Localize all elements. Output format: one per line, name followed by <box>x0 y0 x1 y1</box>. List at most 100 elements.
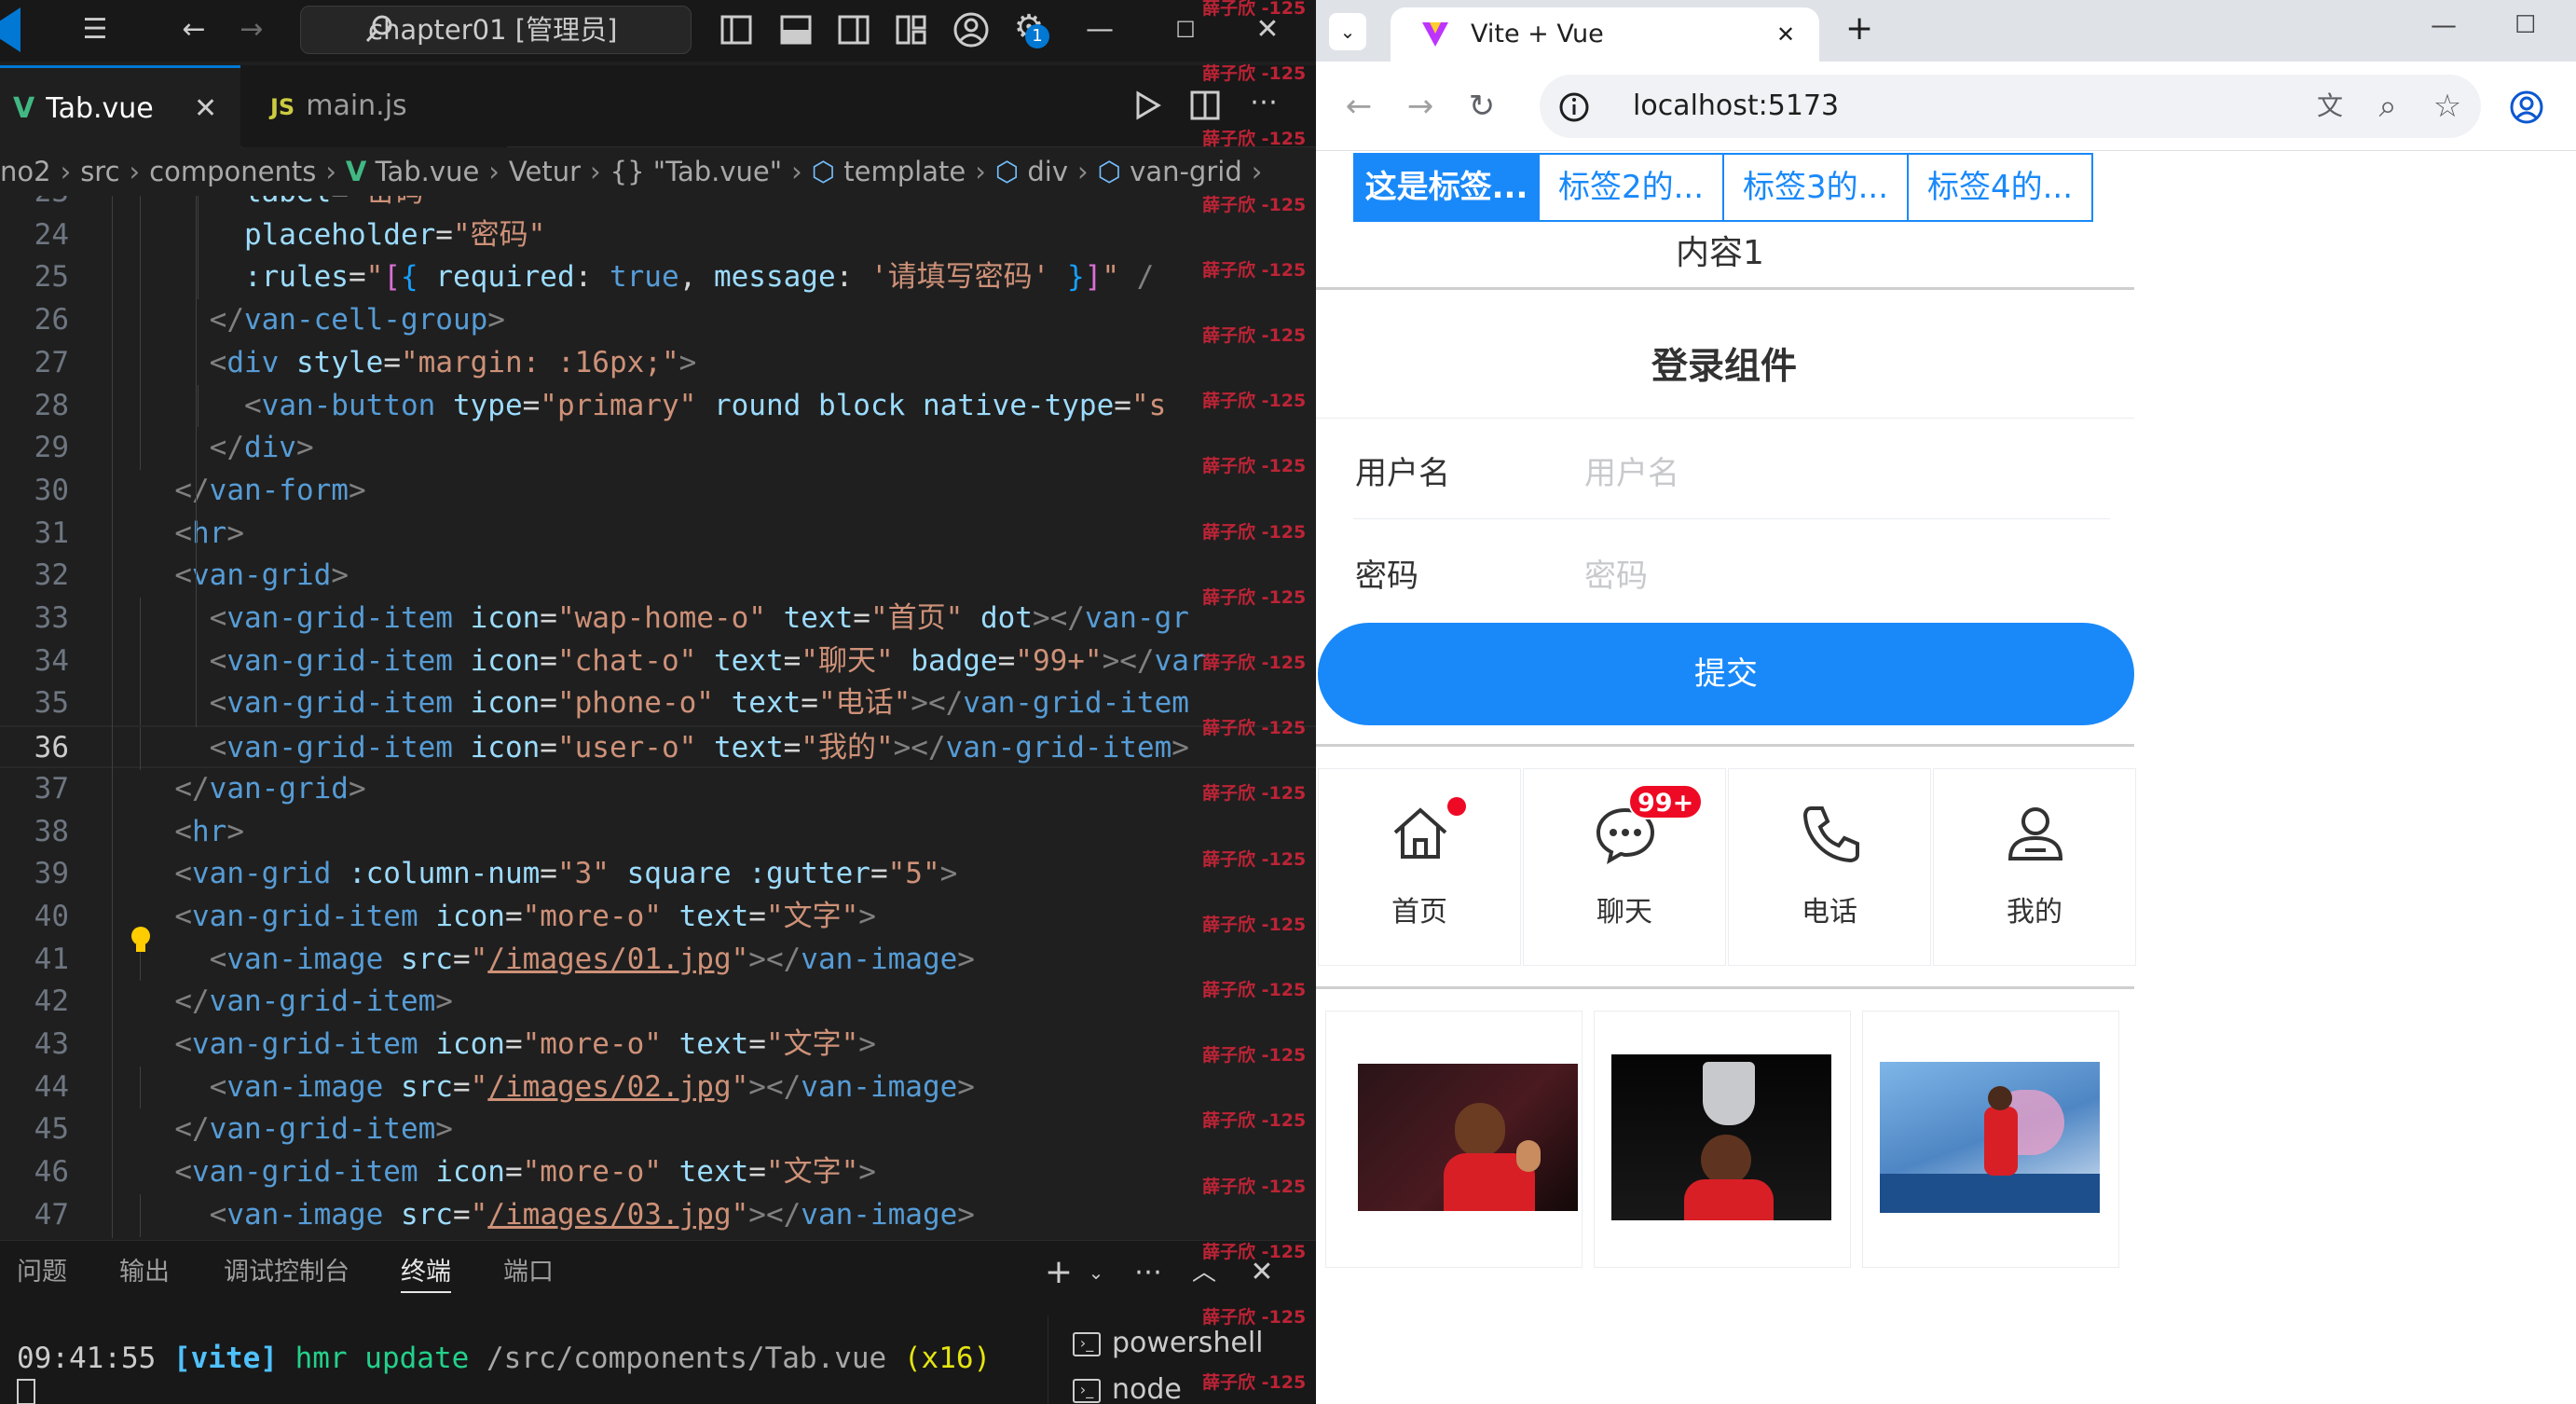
terminal-item-powershell[interactable]: ›_ powershell <box>1073 1323 1264 1364</box>
watermark-text: 薛子欣 -125 <box>1202 1176 1307 1197</box>
code-line: 41 <van-image src="/images/01.jpg"></van… <box>0 938 1316 982</box>
code-line: 29 </div> <box>0 427 1316 470</box>
breadcrumb-item[interactable]: div <box>1027 156 1068 187</box>
user-icon <box>2007 807 2063 860</box>
code-editor[interactable]: 23 label="密码" 24 placeholder="密码" 25 :ru… <box>0 196 1316 1238</box>
tab-1[interactable]: 这是标签... <box>1353 153 1540 222</box>
toggle-secondary-sidebar-icon[interactable] <box>837 13 870 47</box>
profile-icon[interactable] <box>2509 89 2544 125</box>
toggle-panel-icon[interactable] <box>779 13 813 47</box>
editor-tabs: V Tab.vue ✕ JS main.js ⋯ <box>0 65 1316 147</box>
js-file-icon: JS <box>270 94 295 120</box>
grid-item-phone[interactable]: 电话 <box>1728 768 1931 966</box>
grid-item-chat[interactable]: 99+ 聊天 <box>1523 768 1726 966</box>
chevron-down-icon[interactable]: ⌄ <box>1077 1254 1115 1291</box>
tab-tab-vue[interactable]: V Tab.vue ✕ <box>0 65 240 147</box>
minimize-icon[interactable]: — <box>2431 9 2457 40</box>
breadcrumb-item[interactable]: template <box>843 156 966 187</box>
password-input[interactable]: 密码 <box>1584 550 2106 597</box>
tab-4[interactable]: 标签4的... <box>1907 153 2093 222</box>
back-icon[interactable]: ← <box>1338 88 1379 125</box>
code-line: 24 placeholder="密码" <box>0 213 1316 257</box>
terminal-cursor <box>17 1379 35 1404</box>
grid-item-user[interactable]: 我的 <box>1933 768 2136 966</box>
form-title: 登录组件 <box>1651 346 1798 388</box>
tab-terminal[interactable]: 终端 <box>401 1254 451 1293</box>
breadcrumb-item[interactable]: van-grid <box>1130 156 1242 187</box>
split-editor-icon[interactable] <box>1189 89 1221 121</box>
watermark-text: 薛子欣 -125 <box>1202 1110 1307 1132</box>
photo-image <box>1358 1064 1578 1211</box>
new-tab-icon[interactable]: + <box>1845 9 1873 48</box>
tab-3[interactable]: 标签3的... <box>1722 153 1909 222</box>
vite-icon <box>1422 22 1448 47</box>
new-terminal-icon[interactable]: + <box>1040 1254 1077 1291</box>
lightbulb-icon[interactable] <box>128 925 154 957</box>
breadcrumb-item[interactable]: components <box>149 156 316 187</box>
watermark-text: 薛子欣 -125 <box>1202 1045 1307 1067</box>
image-grid-item[interactable] <box>1862 1011 2119 1268</box>
breadcrumb-item[interactable]: src <box>80 156 119 187</box>
code-line: 27 <div style="margin: :16px;"> <box>0 341 1316 385</box>
breadcrumb-item[interactable]: Vetur <box>509 156 581 187</box>
forward-arrow-icon[interactable]: → <box>233 11 270 48</box>
site-info-icon[interactable] <box>1558 91 1590 123</box>
maximize-icon[interactable]: ☐ <box>2514 11 2536 39</box>
watermark-text: 薛子欣 -125 <box>1202 63 1307 85</box>
submit-button[interactable]: 提交 <box>1318 623 2134 725</box>
watermark-text: 薛子欣 -125 <box>1202 521 1307 543</box>
more-actions-icon[interactable]: ⋯ <box>1130 1254 1167 1291</box>
image-grid-item[interactable] <box>1325 1011 1583 1268</box>
breadcrumb-item[interactable]: {} "Tab.vue" <box>610 156 783 187</box>
run-icon[interactable] <box>1131 89 1163 121</box>
watermark-text: 薛子欣 -125 <box>1202 783 1307 805</box>
username-input[interactable]: 用户名 <box>1584 447 2106 494</box>
terminal-item-node[interactable]: ›_ node <box>1073 1370 1182 1404</box>
tab-label: main.js <box>306 89 407 122</box>
bookmark-star-icon[interactable]: ☆ <box>2427 88 2468 125</box>
code-line: 30 </van-form> <box>34 473 366 507</box>
browser-tab[interactable]: Vite + Vue ✕ <box>1391 7 1819 62</box>
breadcrumb-item[interactable]: no2 <box>0 156 51 187</box>
account-icon[interactable] <box>952 11 990 48</box>
grid-item-home[interactable]: 首页 <box>1318 768 1521 966</box>
terminal-icon: ›_ <box>1073 1331 1101 1356</box>
breadcrumb-item[interactable]: Tab.vue <box>376 156 480 187</box>
watermark-text: 薛子欣 -125 <box>1202 456 1307 477</box>
close-tab-icon[interactable]: ✕ <box>1776 7 1795 62</box>
more-actions-icon[interactable]: ⋯ <box>1245 84 1282 121</box>
count-badge: 99+ <box>1628 784 1704 819</box>
translate-icon[interactable]: 文 <box>2309 88 2350 125</box>
customize-layout-icon[interactable] <box>895 13 928 47</box>
tab-title: Vite + Vue <box>1471 20 1604 48</box>
tab-debug-console[interactable]: 调试控制台 <box>224 1254 349 1291</box>
zoom-icon[interactable]: ⌕ <box>2367 88 2408 125</box>
minimize-icon[interactable]: — <box>1081 11 1118 48</box>
image-grid-item[interactable] <box>1594 1011 1851 1268</box>
menu-icon[interactable]: ☰ <box>76 11 114 48</box>
tab-output[interactable]: 输出 <box>119 1254 170 1291</box>
tab-search-icon[interactable]: ⌄ <box>1329 13 1366 50</box>
bottom-panel: 问题 输出 调试控制台 终端 端口 + ⌄ ⋯ ︿ ✕ 09:41:55 [vi… <box>0 1240 1316 1404</box>
dot-badge <box>1447 797 1466 816</box>
maximize-icon[interactable]: ☐ <box>1167 11 1204 48</box>
watermark-text: 薛子欣 -125 <box>1202 653 1307 673</box>
reload-icon[interactable]: ↻ <box>1461 88 1502 125</box>
home-icon <box>1393 807 1447 859</box>
tab-problems[interactable]: 问题 <box>17 1254 67 1291</box>
watermark-text: 薛子欣 -125 <box>1202 914 1307 935</box>
back-arrow-icon[interactable]: ← <box>175 11 212 48</box>
command-center-search[interactable]: chapter01 [管理员] <box>300 6 692 54</box>
terminal-output[interactable]: 09:41:55 [vite] hmr update /src/componen… <box>17 1342 991 1375</box>
tab-content: 内容1 <box>1676 234 1764 272</box>
code-line: 38 <hr> <box>34 814 244 848</box>
forward-icon[interactable]: → <box>1400 88 1441 125</box>
watermark-text: 薛子欣 -125 <box>1202 1372 1307 1394</box>
tab-ports[interactable]: 端口 <box>503 1254 554 1291</box>
code-line: 26 </van-cell-group> <box>0 299 1316 342</box>
tab-2[interactable]: 标签2的... <box>1538 153 1724 222</box>
toggle-primary-sidebar-icon[interactable] <box>719 13 753 47</box>
code-line: 39 <van-grid :column-num="3" square :gut… <box>34 857 958 891</box>
tab-main-js[interactable]: JS main.js <box>242 65 507 147</box>
close-tab-icon[interactable]: ✕ <box>194 68 217 150</box>
